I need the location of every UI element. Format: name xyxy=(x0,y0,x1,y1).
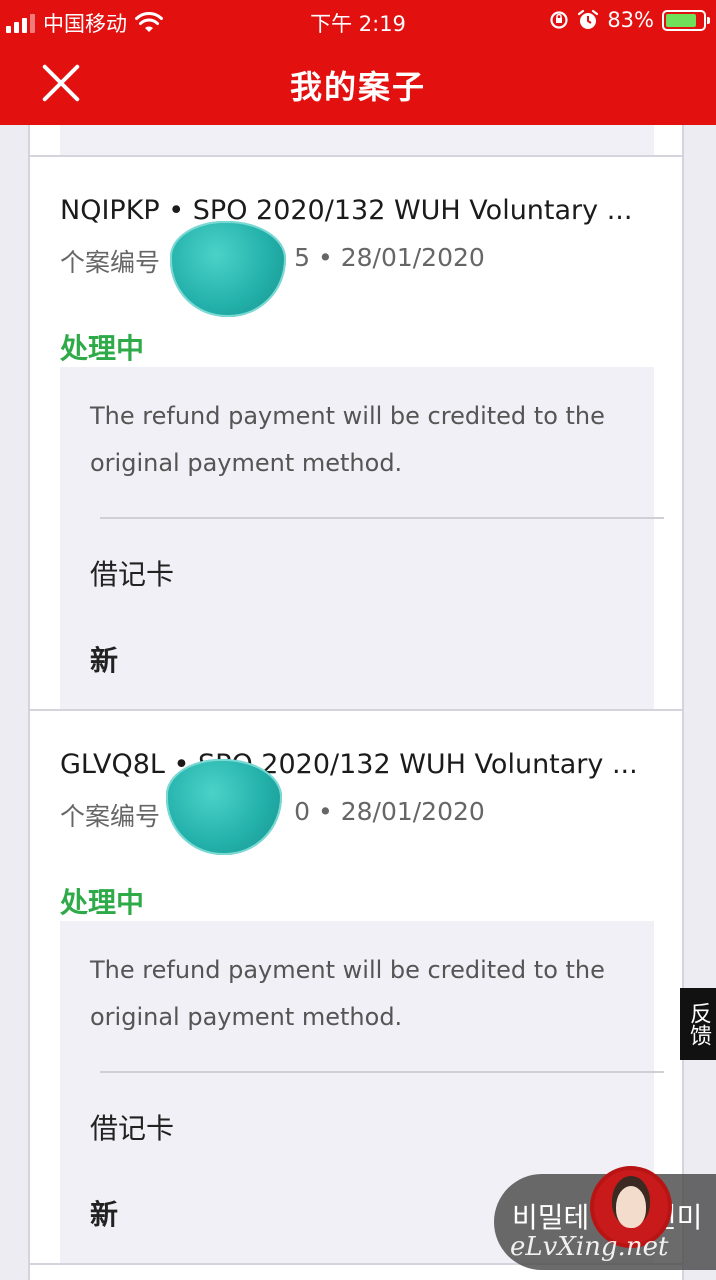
case-status: 处理中 xyxy=(60,886,145,919)
wifi-icon xyxy=(135,12,163,32)
divider xyxy=(100,517,664,519)
case-card[interactable]: NQIPKP • SPO 2020/132 WUH Voluntary ... … xyxy=(28,155,684,713)
case-status: 处理中 xyxy=(60,332,145,365)
case-detail-box: The refund payment will be credited to t… xyxy=(60,367,664,713)
alarm-icon xyxy=(578,9,599,29)
payment-method-label: 借记卡 xyxy=(90,558,175,591)
battery-percent: 83% xyxy=(607,8,654,32)
refund-message: The refund payment will be credited to t… xyxy=(90,402,605,477)
carrier-label: 中国移动 xyxy=(43,12,127,36)
battery-fill xyxy=(666,13,696,27)
case-date: • 28/01/2020 xyxy=(318,797,485,826)
cellular-signal-icon xyxy=(6,13,35,33)
navigation-bar: 我的案子 xyxy=(0,42,716,125)
payment-status: 新 xyxy=(90,1198,119,1231)
case-list[interactable]: NQIPKP • SPO 2020/132 WUH Voluntary ... … xyxy=(28,125,684,1280)
redaction-mask-sticker xyxy=(170,221,286,317)
refund-message: The refund payment will be credited to t… xyxy=(90,956,605,1031)
status-bar-left: 中国移动 xyxy=(6,8,163,38)
case-title: NQIPKP • SPO 2020/132 WUH Voluntary ... xyxy=(60,195,633,226)
case-number-label: 个案编号 xyxy=(60,802,161,831)
page-title: 我的案子 xyxy=(289,68,426,106)
case-number-label: 个案编号 xyxy=(60,248,161,277)
payment-status: 新 xyxy=(90,644,119,677)
payment-method-label: 借记卡 xyxy=(90,1112,175,1145)
status-bar: 中国移动 下午 2:19 83% xyxy=(0,0,716,42)
battery-icon xyxy=(662,9,710,31)
case-title: GLVQ8L • SPO 2020/132 WUH Voluntary ... xyxy=(60,749,638,780)
watermark: eLvXing.net xyxy=(510,1232,669,1262)
case-date: • 28/01/2020 xyxy=(318,243,485,272)
previous-case-detail-box xyxy=(60,125,654,155)
rotation-lock-icon xyxy=(550,11,568,29)
feedback-tab[interactable]: 反馈 xyxy=(680,988,716,1060)
status-bar-right: 83% xyxy=(549,8,710,32)
divider xyxy=(100,1071,664,1073)
redaction-mask-sticker xyxy=(166,759,282,855)
previous-case-card[interactable] xyxy=(28,125,684,157)
